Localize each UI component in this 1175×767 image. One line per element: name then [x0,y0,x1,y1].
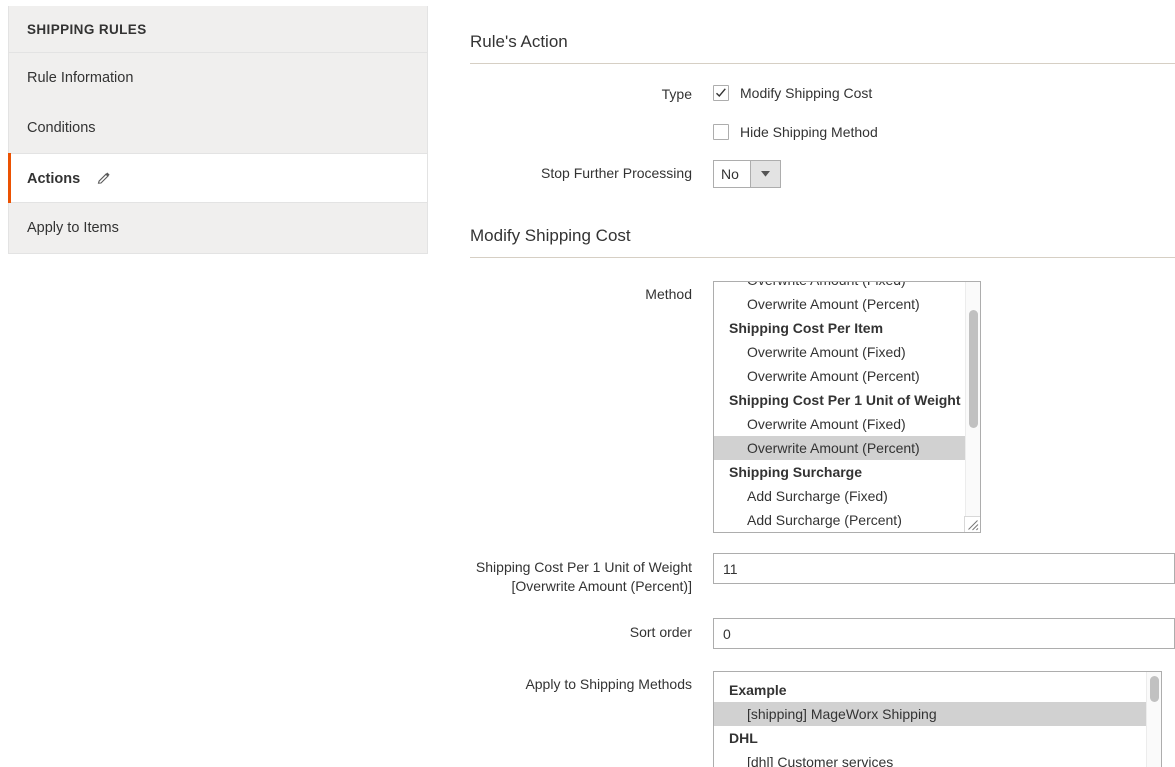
checkmark-icon [715,87,727,99]
stop-further-processing-label: Stop Further Processing [470,160,713,183]
list-item[interactable]: Overwrite Amount (Percent) [714,292,965,316]
method-control: Overwrite Amount (Fixed) Overwrite Amoun… [713,281,1175,533]
method-listbox-options: Overwrite Amount (Fixed) Overwrite Amoun… [714,281,965,532]
stop-further-processing-control: No [713,160,1175,188]
chevron-down-icon[interactable] [750,161,780,187]
apply-to-shipping-methods-label: Apply to Shipping Methods [470,671,713,694]
list-item[interactable]: Overwrite Amount (Fixed) [714,412,965,436]
apply-to-shipping-methods-control: Example [shipping] MageWorx Shipping DHL… [713,671,1175,767]
sort-order-label: Sort order [470,618,713,642]
list-item[interactable]: Add Surcharge (Fixed) [714,484,965,508]
amount-label: Shipping Cost Per 1 Unit of Weight [Over… [470,553,713,596]
pencil-icon [96,171,111,186]
sidebar-item-label: Conditions [27,120,96,136]
checkbox-row-hide-shipping-method[interactable]: Hide Shipping Method [713,124,1175,140]
section-title-rules-action: Rule's Action [470,0,1175,64]
method-label: Method [470,281,713,304]
list-item-selected[interactable]: [shipping] MageWorx Shipping [714,702,1146,726]
scrollbar-thumb[interactable] [969,310,978,428]
list-group-header: Shipping Cost Per Item [714,316,965,340]
sidebar-item-rule-information[interactable]: Rule Information [9,53,427,103]
field-row-sort-order: Sort order [470,618,1175,649]
sidebar-item-label: Rule Information [27,70,133,86]
list-group-header: DHL [714,726,1146,750]
list-item[interactable]: Overwrite Amount (Fixed) [714,281,965,292]
stop-further-processing-select[interactable]: No [713,160,781,188]
list-item[interactable]: Overwrite Amount (Fixed) [714,340,965,364]
checkbox-label: Hide Shipping Method [740,124,878,140]
modify-shipping-cost-checkbox[interactable] [713,85,729,101]
method-listbox[interactable]: Overwrite Amount (Fixed) Overwrite Amoun… [713,281,981,533]
checkbox-row-modify-shipping-cost[interactable]: Modify Shipping Cost [713,85,1175,101]
scrollbar-thumb[interactable] [1150,676,1159,702]
apply-to-shipping-methods-options: Example [shipping] MageWorx Shipping DHL… [714,678,1146,767]
sidebar-item-conditions[interactable]: Conditions [9,103,427,153]
list-item-selected[interactable]: Overwrite Amount (Percent) [714,436,965,460]
hide-shipping-method-checkbox[interactable] [713,124,729,140]
field-row-stop-further-processing: Stop Further Processing No [470,160,1175,188]
method-listbox-scrollbar[interactable] [965,282,980,532]
list-item[interactable]: [dhl] Customer services [714,750,1146,767]
field-row-type: Type Modify Shipping Cost Hide Shipping … [470,85,1175,140]
amount-input[interactable] [713,553,1175,584]
sidebar-item-label: Actions [27,171,80,187]
amount-control [713,553,1175,584]
type-checkbox-group: Modify Shipping Cost Hide Shipping Metho… [713,85,1175,140]
sort-order-input[interactable] [713,618,1175,649]
sort-order-control [713,618,1175,649]
rule-action-form: Rule's Action Type Modify Shipping Cost … [470,0,1175,767]
list-item[interactable]: Overwrite Amount (Percent) [714,364,965,388]
apply-to-shipping-methods-scrollbar[interactable] [1146,672,1161,767]
field-row-method: Method Overwrite Amount (Fixed) Overwrit… [470,281,1175,533]
list-group-header: Shipping Surcharge [714,460,965,484]
shipping-rules-sidebar: SHIPPING RULES Rule Information Conditio… [8,6,428,254]
field-row-apply-to-shipping-methods: Apply to Shipping Methods Example [shipp… [470,671,1175,767]
section-title-modify-shipping-cost: Modify Shipping Cost [470,188,1175,258]
sidebar-item-actions[interactable]: Actions [9,153,427,203]
list-group-header: Shipping Cost Per 1 Unit of Weight [714,388,965,412]
sidebar-title: SHIPPING RULES [9,6,427,53]
apply-to-shipping-methods-listbox[interactable]: Example [shipping] MageWorx Shipping DHL… [713,671,1162,767]
list-item[interactable]: Add Surcharge (Percent) [714,508,965,532]
sidebar-item-label: Apply to Items [27,220,119,236]
list-group-header: Example [714,678,1146,702]
field-row-amount: Shipping Cost Per 1 Unit of Weight [Over… [470,553,1175,596]
resize-handle[interactable] [964,516,980,532]
checkbox-label: Modify Shipping Cost [740,85,872,101]
select-value: No [714,161,750,187]
sidebar-item-apply-to-items[interactable]: Apply to Items [9,203,427,253]
type-label: Type [470,85,713,104]
shipping-rule-edit-page: SHIPPING RULES Rule Information Conditio… [0,0,1175,767]
